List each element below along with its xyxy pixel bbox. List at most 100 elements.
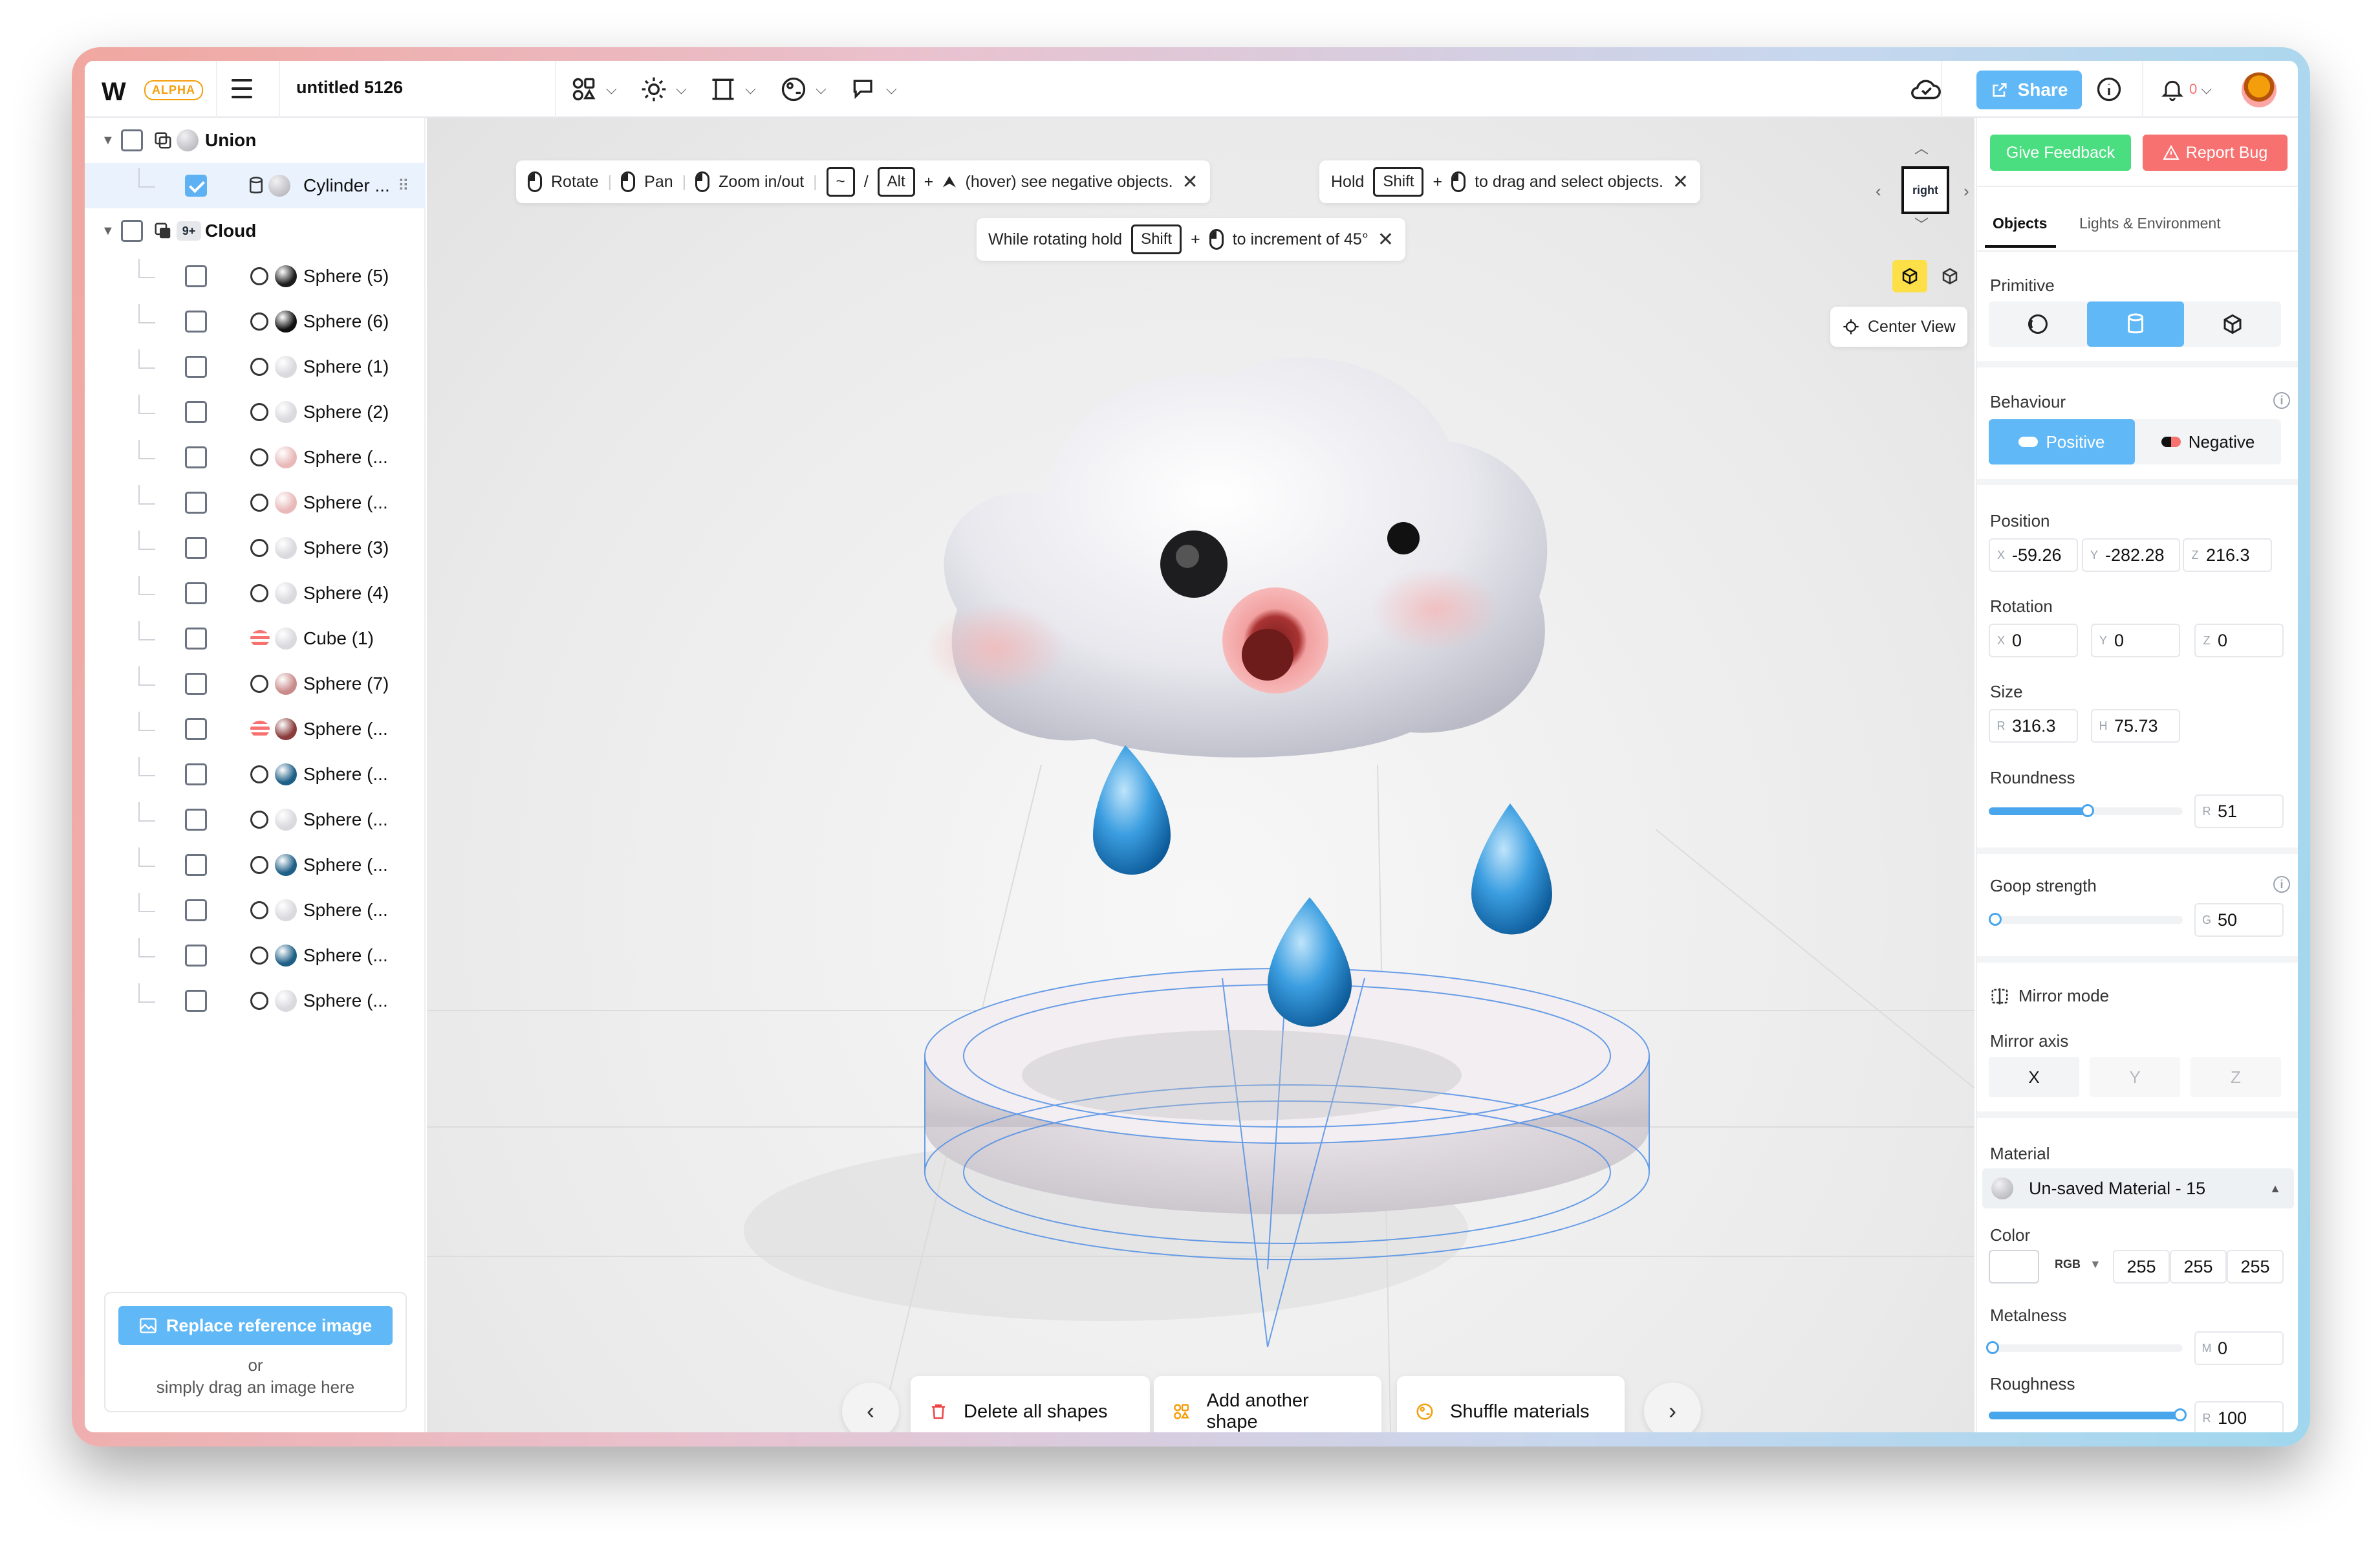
row-checkbox[interactable] bbox=[185, 356, 207, 378]
drag-handle-icon[interactable]: ⠿ bbox=[398, 177, 409, 195]
row-checkbox[interactable] bbox=[121, 129, 143, 151]
3d-viewport[interactable]: Rotate | Pan | Zoom in/out | ~ / Alt + ⮝… bbox=[427, 118, 1974, 1432]
comment-menu[interactable]: ⌵ bbox=[850, 74, 897, 105]
cube-primitive-button[interactable] bbox=[2184, 301, 2281, 347]
orthographic-view-button[interactable] bbox=[1932, 260, 1967, 292]
row-checkbox[interactable] bbox=[185, 537, 207, 559]
row-checkbox[interactable] bbox=[185, 809, 207, 831]
color-b-field[interactable]: 255 bbox=[2227, 1250, 2284, 1284]
tree-row-cylinder[interactable]: Cylinder ... ⠿ bbox=[85, 163, 426, 208]
material-menu[interactable]: ⌵ bbox=[779, 74, 827, 105]
roundness-slider[interactable] bbox=[1989, 804, 2183, 817]
tree-row[interactable]: Sphere (... bbox=[85, 435, 426, 480]
rotation-y-field[interactable]: Y0 bbox=[2091, 624, 2180, 657]
shuffle-materials-button[interactable]: Shuffle materials bbox=[1397, 1376, 1625, 1432]
color-mode-select[interactable]: RGB ▼ bbox=[2055, 1258, 2101, 1271]
tree-row[interactable]: Sphere (... bbox=[85, 480, 426, 525]
tree-row[interactable]: Cube (1) bbox=[85, 616, 426, 661]
metalness-slider[interactable] bbox=[1986, 1341, 2183, 1354]
material-dropdown[interactable]: Un-saved Material - 15 ▲ bbox=[1982, 1168, 2294, 1208]
row-checkbox[interactable] bbox=[185, 175, 207, 197]
replace-reference-image-button[interactable]: Replace reference image bbox=[118, 1306, 393, 1345]
slider-knob[interactable] bbox=[1989, 913, 2002, 926]
row-checkbox[interactable] bbox=[185, 311, 207, 333]
tree-row[interactable]: Sphere (3) bbox=[85, 525, 426, 571]
mirror-mode-toggle[interactable]: Mirror mode bbox=[1990, 986, 2109, 1006]
tree-row[interactable]: Sphere (1) bbox=[85, 344, 426, 389]
tree-row[interactable]: Sphere (... bbox=[85, 842, 426, 888]
goop-strength-field[interactable]: G 50 bbox=[2194, 903, 2284, 937]
view-up-arrow-icon[interactable]: ︿ bbox=[1914, 137, 1929, 158]
roughness-slider[interactable] bbox=[1989, 1408, 2187, 1421]
roughness-field[interactable]: R 100 bbox=[2194, 1401, 2284, 1432]
delete-all-shapes-button[interactable]: Delete all shapes bbox=[911, 1376, 1150, 1432]
row-checkbox[interactable] bbox=[185, 401, 207, 423]
info-icon[interactable] bbox=[2095, 75, 2123, 104]
rotation-z-field[interactable]: Z0 bbox=[2194, 624, 2284, 657]
add-another-shape-button[interactable]: Add another shape bbox=[1154, 1376, 1381, 1432]
goop-strength-slider[interactable] bbox=[1989, 913, 2183, 926]
tree-row[interactable]: Sphere (... bbox=[85, 888, 426, 933]
frame-menu[interactable]: ⌵ bbox=[709, 74, 756, 105]
close-icon[interactable]: ✕ bbox=[1182, 171, 1198, 193]
tree-row[interactable]: Sphere (... bbox=[85, 706, 426, 752]
tab-objects[interactable]: Objects bbox=[1993, 215, 2047, 232]
row-checkbox[interactable] bbox=[185, 628, 207, 650]
position-x-field[interactable]: X -59.26 bbox=[1989, 538, 2078, 572]
size-r-field[interactable]: R 316.3 bbox=[1989, 709, 2078, 743]
give-feedback-button[interactable]: Give Feedback bbox=[1990, 135, 2131, 171]
position-y-field[interactable]: Y -282.28 bbox=[2082, 538, 2180, 572]
row-checkbox[interactable] bbox=[185, 673, 207, 695]
mirror-axis-y[interactable]: Y bbox=[2090, 1057, 2180, 1097]
row-checkbox[interactable] bbox=[185, 945, 207, 967]
tree-row[interactable]: Sphere (2) bbox=[85, 389, 426, 435]
cylinder-primitive-button[interactable] bbox=[2087, 301, 2184, 347]
tree-row[interactable]: Sphere (6) bbox=[85, 299, 426, 344]
view-left-arrow-icon[interactable]: ‹ bbox=[1876, 181, 1881, 201]
row-checkbox[interactable] bbox=[185, 763, 207, 785]
tree-row[interactable]: Sphere (7) bbox=[85, 661, 426, 706]
positive-button[interactable]: Positive bbox=[1989, 419, 2135, 464]
tree-row[interactable]: Sphere (4) bbox=[85, 571, 426, 616]
mirror-axis-x[interactable]: X bbox=[1989, 1057, 2079, 1097]
center-view-button[interactable]: Center View bbox=[1830, 307, 1967, 347]
tree-row[interactable]: Sphere (... bbox=[85, 933, 426, 978]
roundness-field[interactable]: R 51 bbox=[2194, 794, 2284, 828]
slider-knob[interactable] bbox=[2174, 1408, 2187, 1421]
close-icon[interactable]: ✕ bbox=[1378, 228, 1394, 251]
tree-row[interactable]: Sphere (... bbox=[85, 752, 426, 797]
size-h-field[interactable]: H 75.73 bbox=[2091, 709, 2180, 743]
slider-knob[interactable] bbox=[2081, 804, 2094, 817]
position-z-field[interactable]: Z 216.3 bbox=[2183, 538, 2272, 572]
mirror-axis-z[interactable]: Z bbox=[2191, 1057, 2281, 1097]
tree-row[interactable]: Sphere (... bbox=[85, 797, 426, 842]
caret-down-icon[interactable]: ▼ bbox=[102, 224, 114, 239]
row-checkbox[interactable] bbox=[185, 899, 207, 921]
app-logo[interactable]: W bbox=[102, 78, 126, 107]
color-g-field[interactable]: 255 bbox=[2170, 1250, 2227, 1284]
user-avatar[interactable] bbox=[2242, 72, 2277, 107]
row-checkbox[interactable] bbox=[185, 990, 207, 1012]
color-r-field[interactable]: 255 bbox=[2113, 1250, 2170, 1284]
negative-button[interactable]: Negative bbox=[2135, 419, 2281, 464]
perspective-view-button[interactable] bbox=[1892, 260, 1927, 292]
row-checkbox[interactable] bbox=[185, 446, 207, 468]
report-bug-button[interactable]: Report Bug bbox=[2143, 135, 2288, 171]
row-checkbox[interactable] bbox=[185, 854, 207, 876]
tree-row[interactable]: Sphere (... bbox=[85, 978, 426, 1023]
metalness-field[interactable]: M0 bbox=[2194, 1331, 2284, 1365]
view-cube[interactable]: right bbox=[1901, 166, 1949, 214]
sphere-primitive-button[interactable] bbox=[1989, 301, 2087, 347]
document-title[interactable]: untitled 5126 bbox=[296, 78, 403, 98]
slider-knob[interactable] bbox=[1986, 1341, 1999, 1354]
info-icon[interactable]: i bbox=[2273, 392, 2290, 409]
share-button[interactable]: Share bbox=[1976, 71, 2082, 109]
lighting-menu[interactable]: ⌵ bbox=[640, 74, 687, 105]
color-swatch[interactable] bbox=[1989, 1250, 2039, 1284]
view-down-arrow-icon[interactable]: ﹀ bbox=[1914, 213, 1929, 234]
row-checkbox[interactable] bbox=[185, 492, 207, 514]
row-checkbox[interactable] bbox=[185, 582, 207, 604]
rotation-x-field[interactable]: X0 bbox=[1989, 624, 2078, 657]
tree-row[interactable]: Sphere (5) bbox=[85, 254, 426, 299]
tab-lights-environment[interactable]: Lights & Environment bbox=[2079, 215, 2221, 232]
